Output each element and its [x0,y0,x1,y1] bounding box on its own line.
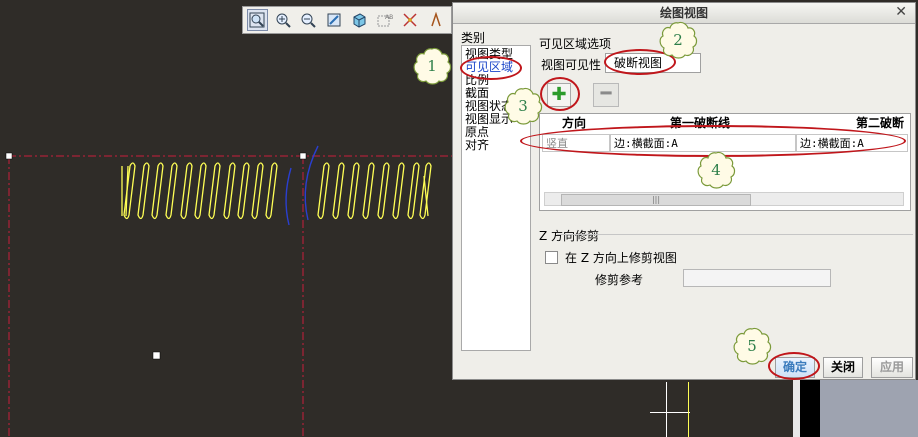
view-toolbar: AB [242,6,452,34]
remove-break-button[interactable]: ━ [593,83,619,107]
annotation-display-icon[interactable]: AB [375,9,396,31]
visible-area-options-label: 可见区域选项 [539,37,612,51]
handle-top-left [5,152,13,160]
drawing-canvas[interactable] [0,0,460,437]
datum-display-icon[interactable] [400,9,421,31]
callout-number: 4 [711,161,721,179]
trim-ref-label: 修剪参考 [595,273,644,287]
highlight-ring-add [540,77,580,111]
callout-cloud: 5 [732,326,772,366]
svg-text:AB: AB [385,14,393,21]
callout-number: 3 [518,97,528,115]
z-trim-checkbox-label: 在 Z 方向上修剪视图 [565,251,677,265]
handle-top-right [299,152,307,160]
graphics-frame [800,380,820,437]
highlight-ring-ok [768,352,820,380]
callout-cloud: 2 [658,20,698,60]
view-visibility-label: 视图可见性 [541,58,602,72]
crosshair-v1 [666,382,667,437]
close-button[interactable]: 关闭 [823,357,863,378]
zoom-fit-icon[interactable] [247,9,268,31]
repaint-icon[interactable] [324,9,345,31]
callout-cloud: 4 [696,150,736,190]
zoom-out-icon[interactable] [298,9,319,31]
zoom-in-icon[interactable] [273,9,294,31]
callout-number: 5 [747,337,757,355]
z-trim-label: Z 方向修剪 [539,229,600,243]
z-trim-checkbox[interactable] [545,251,558,264]
close-icon[interactable]: ✕ [895,4,907,20]
category-item[interactable]: 原点 [465,126,527,139]
categories-label: 类别 [461,31,486,45]
section-divider [557,234,913,235]
tag-icon[interactable] [426,9,447,31]
display-style-icon[interactable] [349,9,370,31]
callout-number: 1 [427,57,437,75]
highlight-ring-category [460,56,522,80]
graphics-edge [793,380,800,437]
callout-cloud: 3 [503,86,543,126]
crosshair-v2 [688,382,689,437]
category-item[interactable]: 对齐 [465,139,527,152]
col-second-break: 第二破断 [856,116,905,130]
trim-reference-input[interactable] [683,269,831,287]
apply-button[interactable]: 应用 [871,357,913,378]
crosshair-h [650,412,690,413]
scroll-thumb[interactable]: ||| [561,194,751,206]
table-hscrollbar[interactable]: ||| [544,192,904,206]
handle-center [152,351,161,360]
callout-number: 2 [673,31,683,49]
sheet-background [820,380,918,437]
callout-cloud: 1 [412,46,452,86]
